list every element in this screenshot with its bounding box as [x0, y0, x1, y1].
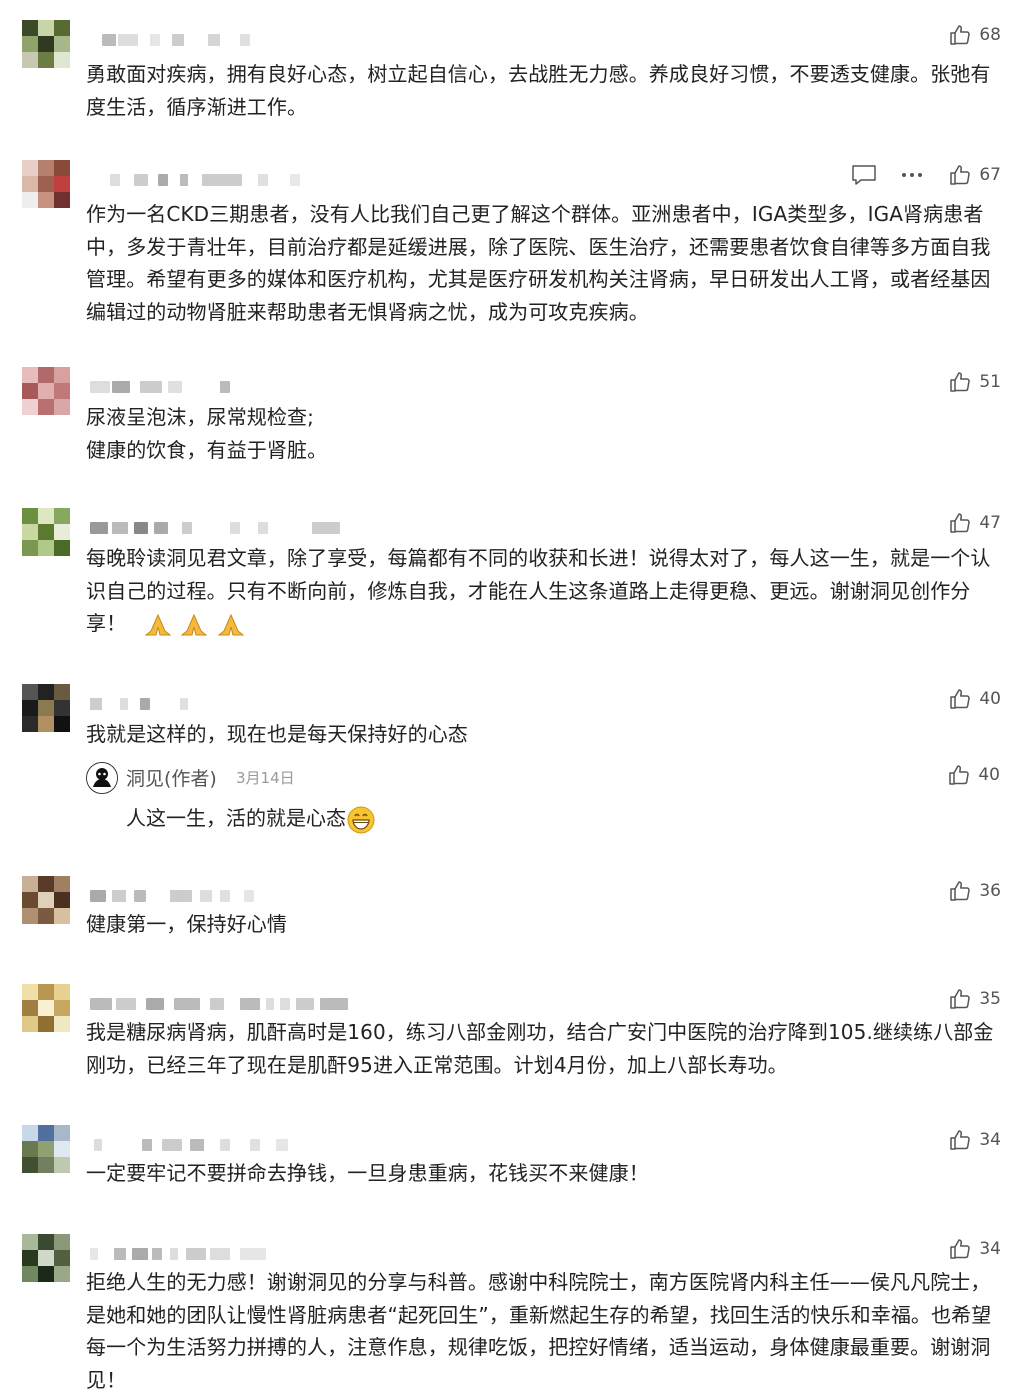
username-blurred[interactable] [90, 694, 350, 712]
username-blurred[interactable] [90, 1244, 350, 1262]
like-count: 40 [978, 765, 1000, 785]
username-blurred[interactable] [90, 30, 350, 48]
like-button[interactable]: 47 [947, 510, 1001, 536]
like-button[interactable]: 68 [947, 22, 1001, 48]
comment-text: 我是糖尿病肾病，肌酐高时是160，练习八部金刚功，结合广安门中医院的治疗降到10… [86, 1020, 994, 1077]
like-button[interactable]: 36 [947, 878, 1001, 904]
thumbs-up-icon [947, 510, 973, 536]
more-dots-icon[interactable] [899, 162, 925, 188]
reply-date: 3月14日 [236, 769, 295, 787]
avatar[interactable] [22, 684, 70, 732]
comment-text: 勇敢面对疾病，拥有良好心态，树立起自信心，去战胜无力感。养成良好习惯，不要透支健… [86, 62, 991, 119]
comment-item: 40 我就是这样的，现在也是每天保持好的心态 洞见(作者) 3月14日 40 人… [0, 684, 1031, 844]
thumbs-up-icon [947, 686, 973, 712]
comment-item: 34 一定要牢记不要拼命去挣钱，一旦身患重病，花钱买不来健康！ [0, 1125, 1031, 1205]
username-blurred[interactable] [90, 518, 350, 536]
comment-line: 健康的饮食，有益于肾脏。 [86, 437, 328, 462]
comment-item: 35 我是糖尿病肾病，肌酐高时是160，练习八部金刚功，结合广安门中医院的治疗降… [0, 984, 1031, 1094]
like-button[interactable]: 35 [947, 986, 1001, 1012]
avatar[interactable] [22, 1234, 70, 1282]
thumbs-up-icon [947, 878, 973, 904]
like-count: 67 [979, 165, 1001, 185]
avatar[interactable] [22, 876, 70, 924]
grinning-emoji-icon [347, 806, 375, 833]
reply-body: 人这一生，活的就是心态 [126, 806, 346, 830]
avatar[interactable] [22, 984, 70, 1032]
username-blurred[interactable] [90, 1135, 350, 1153]
avatar[interactable] [22, 508, 70, 556]
like-count: 34 [979, 1239, 1001, 1259]
author-name[interactable]: 洞见(作者) [126, 764, 217, 791]
like-count: 35 [979, 989, 1001, 1009]
comment-line: 尿液呈泡沫，尿常规检查; [86, 405, 314, 429]
username-blurred[interactable] [90, 886, 350, 904]
like-count: 68 [979, 25, 1001, 45]
like-count: 47 [979, 513, 1001, 533]
like-count: 40 [979, 689, 1001, 709]
comment-text: 尿液呈泡沫，尿常规检查; 健康的饮食，有益于肾脏。 [86, 401, 995, 466]
comment-item: 34 拒绝人生的无力感！谢谢洞见的分享与科普。感谢中科院院士，南方医院肾内科主任… [0, 1234, 1031, 1400]
thumbs-up-icon [947, 22, 973, 48]
like-count: 51 [979, 372, 1001, 392]
author-avatar[interactable] [86, 762, 118, 794]
username-blurred[interactable] [90, 377, 350, 395]
comment-bubble-icon[interactable] [851, 162, 877, 188]
avatar[interactable] [22, 367, 70, 415]
thumbs-up-icon [947, 162, 973, 188]
username-blurred[interactable] [90, 170, 350, 188]
comment-item: 51 尿液呈泡沫，尿常规检查; 健康的饮食，有益于肾脏。 [0, 367, 1031, 467]
thumbs-up-icon [947, 369, 973, 395]
author-reply: 洞见(作者) 3月14日 40 人这一生，活的就是心态 [86, 762, 1000, 835]
comment-text: 拒绝人生的无力感！谢谢洞见的分享与科普。感谢中科院院士，南方医院肾内科主任——侯… [86, 1270, 992, 1392]
thumbs-up-icon [946, 762, 972, 788]
thumbs-up-icon [947, 1127, 973, 1153]
like-button[interactable]: 40 [946, 762, 1000, 788]
like-button[interactable]: 67 [947, 162, 1001, 188]
thumbs-up-icon [947, 1236, 973, 1262]
comment-text: 我就是这样的，现在也是每天保持好的心态 [86, 722, 468, 746]
like-button[interactable]: 34 [947, 1236, 1001, 1262]
like-button[interactable]: 51 [947, 369, 1001, 395]
comment-text: 一定要牢记不要拼命去挣钱，一旦身患重病，花钱买不来健康！ [86, 1161, 649, 1185]
like-count: 36 [979, 881, 1001, 901]
reply-text: 人这一生，活的就是心态 [126, 802, 376, 835]
like-count: 34 [979, 1130, 1001, 1150]
comment-text: 每晚聆读洞见君文章，除了享受，每篇都有不同的收获和长进！说得太对了，每人这一生，… [86, 542, 995, 640]
like-button[interactable]: 34 [947, 1127, 1001, 1153]
comment-item: 67 作为一名CKD三期患者，没有人比我们自己更了解这个群体。亚洲患者中，IGA… [0, 160, 1031, 340]
pray-emoji-icon [143, 607, 246, 640]
thumbs-up-icon [947, 986, 973, 1012]
comment-item: 36 健康第一，保持好心情 [0, 876, 1031, 956]
comment-item: 47 每晚聆读洞见君文章，除了享受，每篇都有不同的收获和长进！说得太对了，每人这… [0, 508, 1031, 648]
comment-item: 68 勇敢面对疾病，拥有良好心态，树立起自信心，去战胜无力感。养成良好习惯，不要… [0, 20, 1031, 130]
avatar[interactable] [22, 20, 70, 68]
like-button[interactable]: 40 [947, 686, 1001, 712]
comment-text: 作为一名CKD三期患者，没有人比我们自己更了解这个群体。亚洲患者中，IGA类型多… [86, 202, 991, 324]
avatar[interactable] [22, 1125, 70, 1173]
comment-text: 健康第一，保持好心情 [86, 912, 287, 936]
avatar[interactable] [22, 160, 70, 208]
username-blurred[interactable] [90, 994, 350, 1012]
